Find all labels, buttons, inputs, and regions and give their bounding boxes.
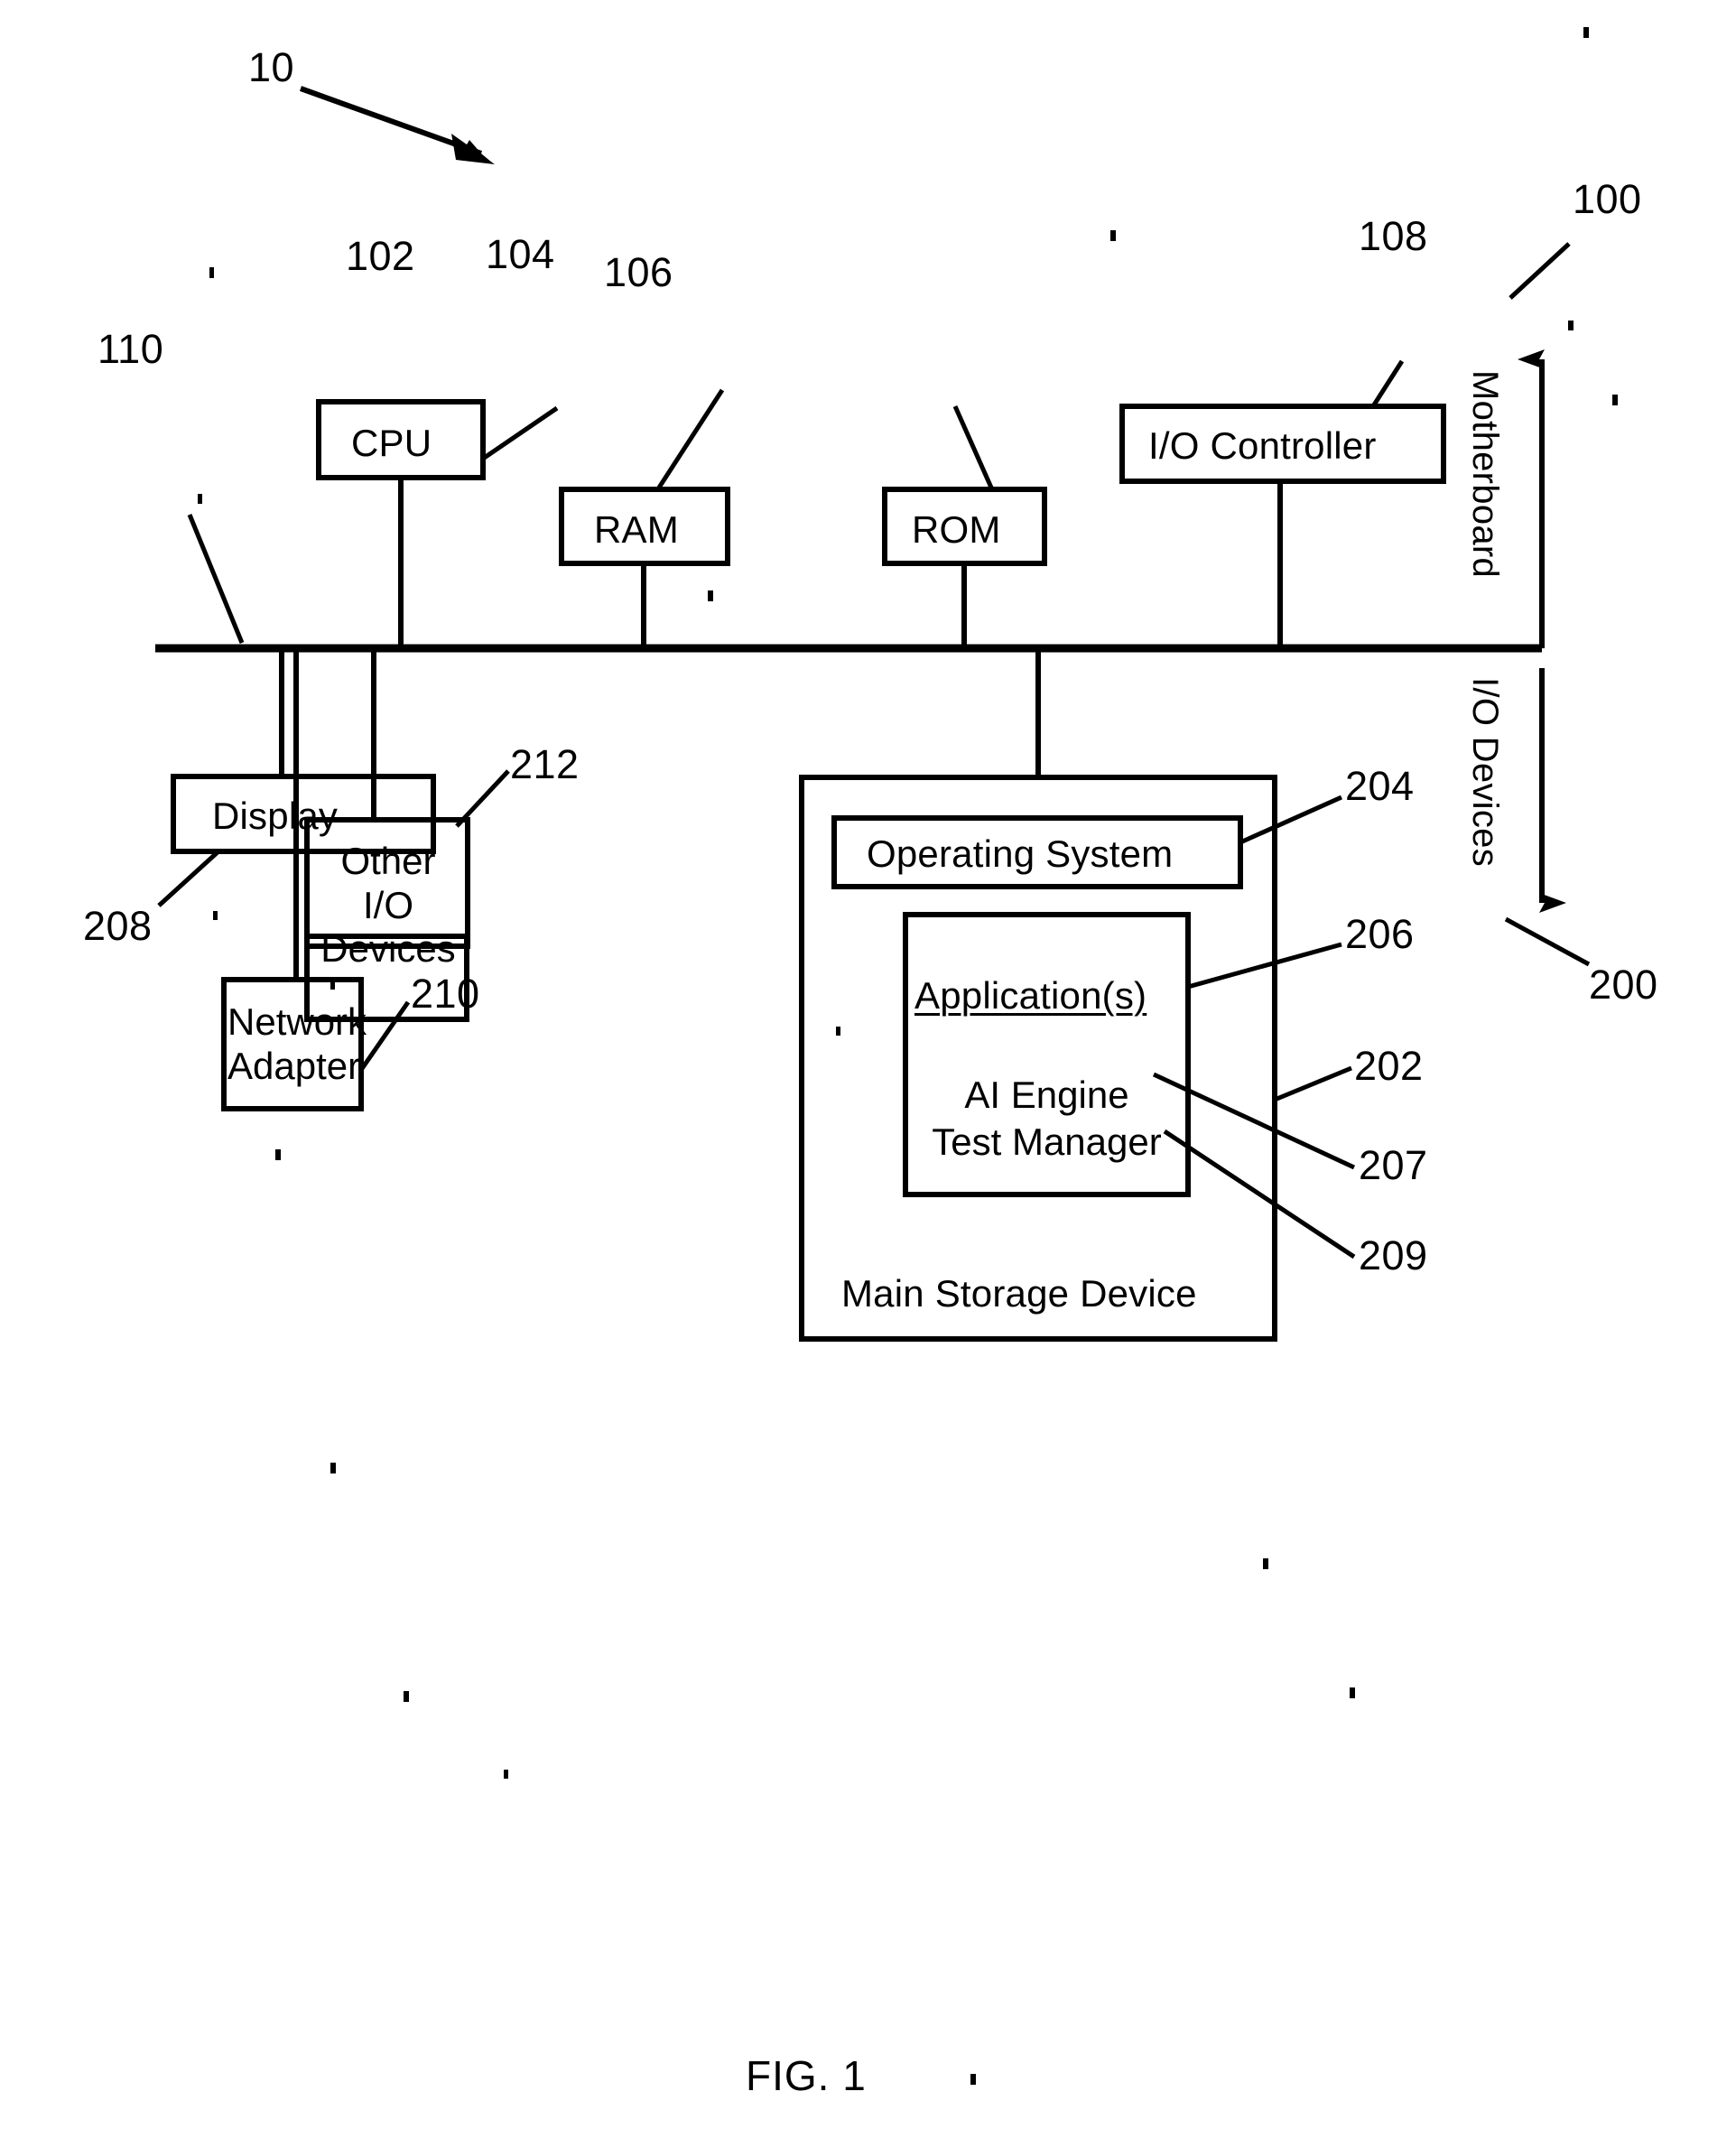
ram-label: RAM: [594, 508, 679, 551]
applications-ref-leader: [1187, 942, 1342, 990]
ram-ref-leader: [656, 388, 725, 489]
operating-system-ref-number: 204: [1345, 763, 1415, 809]
rom-ref-leader: [952, 404, 994, 489]
main-storage-device-label: Main Storage Device: [841, 1272, 1197, 1315]
io-devices-ref-leader: [1504, 916, 1591, 967]
io-controller-ref-leader: [1370, 359, 1405, 408]
cpu-ref-leader: [481, 405, 559, 461]
rom-ref-number: 106: [604, 249, 673, 295]
display-label: Display: [212, 795, 339, 837]
network-adapter-ref-leader: [358, 1000, 411, 1072]
test-manager-ref-leader: [1163, 1129, 1356, 1260]
io-controller-label: I/O Controller: [1148, 424, 1377, 467]
ai-engine-ref-number: 207: [1359, 1142, 1428, 1188]
patent-figure: 10 110 CPU 102 RAM 104 ROM 106 I/O Contr…: [0, 0, 1736, 2138]
other-io-ref-leader: [455, 769, 510, 828]
network-adapter-ref-number: 210: [411, 971, 480, 1017]
operating-system-ref-leader: [1239, 795, 1343, 845]
applications-label: Application(s): [914, 974, 1147, 1017]
applications-ref-number: 206: [1345, 911, 1415, 957]
ai-engine-label: AI Engine: [964, 1074, 1129, 1116]
operating-system-label: Operating System: [867, 832, 1174, 875]
bus-ref-number: 110: [97, 326, 164, 372]
io-controller-ref-number: 108: [1359, 213, 1428, 259]
motherboard-ref-leader: [1509, 242, 1571, 300]
cpu-ref-number: 102: [346, 233, 415, 279]
display-ref-number: 208: [83, 903, 153, 949]
display-ref-leader: [157, 850, 220, 907]
test-manager-ref-number: 209: [1359, 1232, 1428, 1278]
other-io-devices-ref-number: 212: [510, 741, 580, 787]
ram-ref-number: 104: [486, 231, 555, 277]
bus-ref-leader: [187, 514, 245, 644]
motherboard-region-label: Motherboard: [1465, 370, 1505, 579]
rom-label: ROM: [912, 508, 1001, 551]
main-storage-device-ref-number: 202: [1354, 1043, 1424, 1089]
system-ref-arrow: [299, 86, 495, 164]
motherboard-ref-number: 100: [1573, 176, 1642, 222]
figure-caption: FIG. 1: [746, 2052, 867, 2099]
other-io-devices-label: Other I/O Devices: [320, 840, 456, 971]
network-adapter-label: Network Adapter: [227, 1000, 367, 1087]
system-ref-number: 10: [248, 44, 295, 90]
cpu-label: CPU: [351, 422, 432, 464]
main-storage-ref-leader: [1274, 1065, 1352, 1102]
io-devices-region-label: I/O Devices: [1465, 677, 1505, 868]
test-manager-label: Test Manager: [932, 1120, 1162, 1163]
io-devices-ref-number: 200: [1589, 962, 1658, 1008]
